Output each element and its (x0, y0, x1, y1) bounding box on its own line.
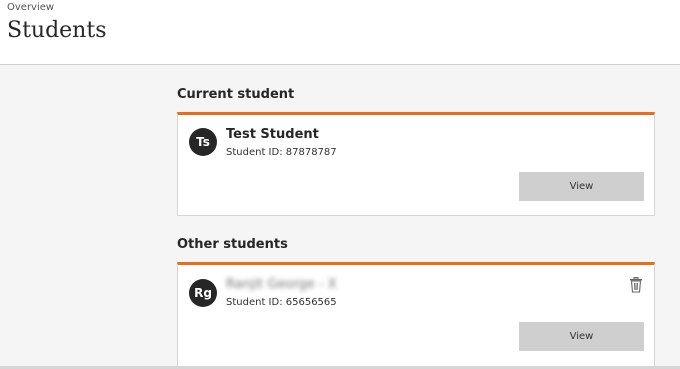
student-id: Student ID: 87878787 (226, 147, 337, 158)
other-student-card: Rg Ranjit George - X Student ID: 6565656… (177, 262, 655, 366)
breadcrumb[interactable]: Overview (7, 2, 54, 13)
student-name: Ranjit George - X (226, 277, 337, 292)
avatar: Ts (189, 128, 217, 156)
avatar: Rg (189, 279, 217, 307)
page-header: Overview Students (0, 0, 680, 65)
trash-icon[interactable] (629, 277, 643, 293)
other-students-heading: Other students (177, 237, 288, 252)
student-name: Test Student (226, 127, 319, 142)
view-button[interactable]: View (519, 172, 644, 201)
current-student-heading: Current student (177, 87, 295, 102)
current-student-card: Ts Test Student Student ID: 87878787 Vie… (177, 112, 655, 216)
student-id: Student ID: 65656565 (226, 297, 337, 308)
page-title: Students (7, 18, 107, 43)
view-button[interactable]: View (519, 322, 644, 351)
